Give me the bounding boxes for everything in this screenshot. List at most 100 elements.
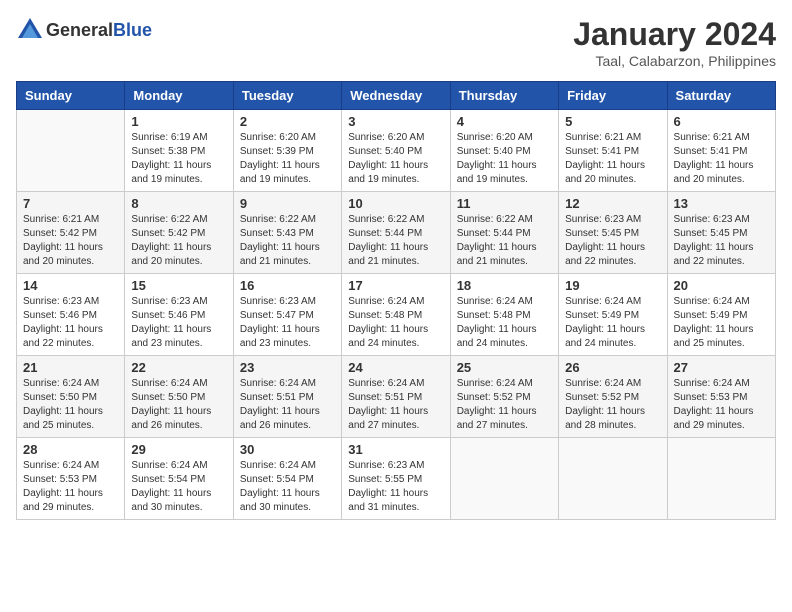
- day-number: 30: [240, 442, 335, 457]
- calendar-cell: [450, 438, 558, 520]
- day-info: Sunrise: 6:22 AM Sunset: 5:44 PM Dayligh…: [348, 213, 443, 269]
- day-info: Sunrise: 6:22 AM Sunset: 5:42 PM Dayligh…: [131, 213, 226, 269]
- day-number: 24: [348, 360, 443, 375]
- column-header-sunday: Sunday: [17, 82, 125, 110]
- day-info: Sunrise: 6:24 AM Sunset: 5:51 PM Dayligh…: [240, 377, 335, 433]
- calendar-cell: 4Sunrise: 6:20 AM Sunset: 5:40 PM Daylig…: [450, 110, 558, 192]
- logo-text-general: General: [46, 20, 113, 40]
- day-number: 22: [131, 360, 226, 375]
- day-info: Sunrise: 6:24 AM Sunset: 5:49 PM Dayligh…: [565, 295, 660, 351]
- calendar-cell: 26 Sunrise: 6:24 AM Sunset: 5:52 PM Dayli…: [559, 356, 667, 438]
- calendar-cell: 2 Sunrise: 6:20 AM Sunset: 5:39 PM Daylig…: [233, 110, 341, 192]
- calendar-cell: 13 Sunrise: 6:23 AM Sunset: 5:45 PM Dayli…: [667, 192, 775, 274]
- calendar-cell: [559, 438, 667, 520]
- day-number: 26: [565, 360, 660, 375]
- calendar-cell: 6 Sunrise: 6:21 AM Sunset: 5:41 PM Daylig…: [667, 110, 775, 192]
- calendar-cell: 7Sunrise: 6:21 AM Sunset: 5:42 PM Daylig…: [17, 192, 125, 274]
- calendar-week-row: 21 Sunrise: 6:24 AM Sunset: 5:50 PM Dayli…: [17, 356, 776, 438]
- calendar-cell: 19 Sunrise: 6:24 AM Sunset: 5:49 PM Dayli…: [559, 274, 667, 356]
- day-info: Sunrise: 6:23 AM Sunset: 5:55 PM Dayligh…: [348, 459, 443, 515]
- calendar-week-row: 28 Sunrise: 6:24 AM Sunset: 5:53 PM Dayli…: [17, 438, 776, 520]
- day-info: Sunrise: 6:24 AM Sunset: 5:54 PM Dayligh…: [131, 459, 226, 515]
- calendar-cell: 31Sunrise: 6:23 AM Sunset: 5:55 PM Dayli…: [342, 438, 450, 520]
- day-info: Sunrise: 6:21 AM Sunset: 5:41 PM Dayligh…: [674, 131, 769, 187]
- day-info: Sunrise: 6:20 AM Sunset: 5:39 PM Dayligh…: [240, 131, 335, 187]
- day-number: 16: [240, 278, 335, 293]
- day-info: Sunrise: 6:22 AM Sunset: 5:43 PM Dayligh…: [240, 213, 335, 269]
- calendar-cell: [17, 110, 125, 192]
- column-header-tuesday: Tuesday: [233, 82, 341, 110]
- calendar-header-row: SundayMondayTuesdayWednesdayThursdayFrid…: [17, 82, 776, 110]
- day-number: 15: [131, 278, 226, 293]
- title-area: January 2024 Taal, Calabarzon, Philippin…: [573, 16, 776, 69]
- calendar-cell: 29Sunrise: 6:24 AM Sunset: 5:54 PM Dayli…: [125, 438, 233, 520]
- calendar-cell: 18 Sunrise: 6:24 AM Sunset: 5:48 PM Dayli…: [450, 274, 558, 356]
- day-number: 12: [565, 196, 660, 211]
- day-number: 13: [674, 196, 769, 211]
- calendar-cell: 12 Sunrise: 6:23 AM Sunset: 5:45 PM Dayli…: [559, 192, 667, 274]
- day-number: 14: [23, 278, 118, 293]
- day-number: 18: [457, 278, 552, 293]
- day-number: 19: [565, 278, 660, 293]
- day-info: Sunrise: 6:24 AM Sunset: 5:52 PM Dayligh…: [457, 377, 552, 433]
- day-info: Sunrise: 6:24 AM Sunset: 5:48 PM Dayligh…: [348, 295, 443, 351]
- page-header: GeneralBlue January 2024 Taal, Calabarzo…: [16, 16, 776, 69]
- day-info: Sunrise: 6:24 AM Sunset: 5:51 PM Dayligh…: [348, 377, 443, 433]
- column-header-wednesday: Wednesday: [342, 82, 450, 110]
- column-header-monday: Monday: [125, 82, 233, 110]
- day-info: Sunrise: 6:19 AM Sunset: 5:38 PM Dayligh…: [131, 131, 226, 187]
- day-info: Sunrise: 6:23 AM Sunset: 5:45 PM Dayligh…: [565, 213, 660, 269]
- day-number: 11: [457, 196, 552, 211]
- day-info: Sunrise: 6:24 AM Sunset: 5:54 PM Dayligh…: [240, 459, 335, 515]
- calendar-cell: 1 Sunrise: 6:19 AM Sunset: 5:38 PM Daylig…: [125, 110, 233, 192]
- day-info: Sunrise: 6:24 AM Sunset: 5:50 PM Dayligh…: [23, 377, 118, 433]
- day-number: 23: [240, 360, 335, 375]
- day-info: Sunrise: 6:23 AM Sunset: 5:45 PM Dayligh…: [674, 213, 769, 269]
- day-number: 8: [131, 196, 226, 211]
- day-number: 25: [457, 360, 552, 375]
- calendar-cell: 10Sunrise: 6:22 AM Sunset: 5:44 PM Dayli…: [342, 192, 450, 274]
- month-title: January 2024: [573, 16, 776, 53]
- day-number: 7: [23, 196, 118, 211]
- calendar-cell: 30 Sunrise: 6:24 AM Sunset: 5:54 PM Dayli…: [233, 438, 341, 520]
- day-info: Sunrise: 6:24 AM Sunset: 5:53 PM Dayligh…: [23, 459, 118, 515]
- day-number: 17: [348, 278, 443, 293]
- calendar-cell: [667, 438, 775, 520]
- column-header-thursday: Thursday: [450, 82, 558, 110]
- calendar-cell: 22 Sunrise: 6:24 AM Sunset: 5:50 PM Dayli…: [125, 356, 233, 438]
- day-info: Sunrise: 6:23 AM Sunset: 5:46 PM Dayligh…: [131, 295, 226, 351]
- day-number: 28: [23, 442, 118, 457]
- day-info: Sunrise: 6:21 AM Sunset: 5:41 PM Dayligh…: [565, 131, 660, 187]
- logo-icon: [16, 16, 44, 44]
- day-info: Sunrise: 6:24 AM Sunset: 5:48 PM Dayligh…: [457, 295, 552, 351]
- calendar-week-row: 7Sunrise: 6:21 AM Sunset: 5:42 PM Daylig…: [17, 192, 776, 274]
- calendar-cell: 9 Sunrise: 6:22 AM Sunset: 5:43 PM Daylig…: [233, 192, 341, 274]
- calendar-cell: 27Sunrise: 6:24 AM Sunset: 5:53 PM Dayli…: [667, 356, 775, 438]
- day-number: 4: [457, 114, 552, 129]
- day-number: 9: [240, 196, 335, 211]
- day-info: Sunrise: 6:23 AM Sunset: 5:47 PM Dayligh…: [240, 295, 335, 351]
- calendar-table: SundayMondayTuesdayWednesdayThursdayFrid…: [16, 81, 776, 520]
- logo: GeneralBlue: [16, 16, 152, 44]
- column-header-friday: Friday: [559, 82, 667, 110]
- logo-text-blue: Blue: [113, 20, 152, 40]
- day-number: 1: [131, 114, 226, 129]
- calendar-cell: 25 Sunrise: 6:24 AM Sunset: 5:52 PM Dayli…: [450, 356, 558, 438]
- calendar-cell: 17 Sunrise: 6:24 AM Sunset: 5:48 PM Dayli…: [342, 274, 450, 356]
- day-number: 2: [240, 114, 335, 129]
- day-number: 6: [674, 114, 769, 129]
- location-title: Taal, Calabarzon, Philippines: [573, 53, 776, 69]
- day-info: Sunrise: 6:20 AM Sunset: 5:40 PM Dayligh…: [348, 131, 443, 187]
- calendar-week-row: 1 Sunrise: 6:19 AM Sunset: 5:38 PM Daylig…: [17, 110, 776, 192]
- calendar-cell: 16 Sunrise: 6:23 AM Sunset: 5:47 PM Dayli…: [233, 274, 341, 356]
- day-info: Sunrise: 6:24 AM Sunset: 5:49 PM Dayligh…: [674, 295, 769, 351]
- day-info: Sunrise: 6:22 AM Sunset: 5:44 PM Dayligh…: [457, 213, 552, 269]
- day-info: Sunrise: 6:24 AM Sunset: 5:50 PM Dayligh…: [131, 377, 226, 433]
- day-number: 27: [674, 360, 769, 375]
- day-number: 21: [23, 360, 118, 375]
- day-number: 5: [565, 114, 660, 129]
- column-header-saturday: Saturday: [667, 82, 775, 110]
- calendar-cell: 28 Sunrise: 6:24 AM Sunset: 5:53 PM Dayli…: [17, 438, 125, 520]
- day-info: Sunrise: 6:23 AM Sunset: 5:46 PM Dayligh…: [23, 295, 118, 351]
- day-info: Sunrise: 6:24 AM Sunset: 5:52 PM Dayligh…: [565, 377, 660, 433]
